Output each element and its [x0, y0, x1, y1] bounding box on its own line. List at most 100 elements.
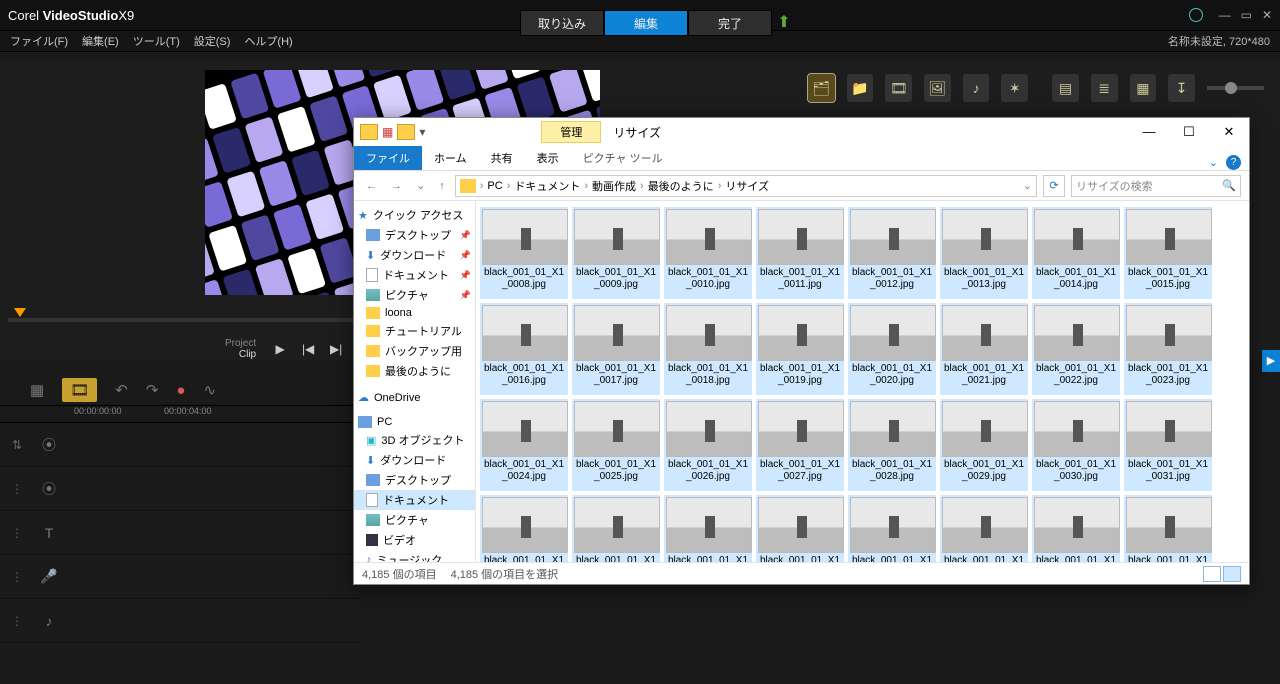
nav-up-icon[interactable]: ↑: [435, 180, 449, 192]
view-thumbs-icon[interactable]: [1223, 566, 1241, 582]
menu-settings[interactable]: 設定(S): [194, 33, 231, 49]
file-item[interactable]: black_001_01_X1_0026.jpg: [662, 397, 754, 493]
undo-icon[interactable]: ↶: [115, 381, 128, 399]
globe-icon[interactable]: [1189, 8, 1203, 22]
file-item[interactable]: black_001_01_X1_0024.jpg: [478, 397, 570, 493]
minimize-button[interactable]: —: [1129, 118, 1169, 146]
view-details-icon[interactable]: [1203, 566, 1221, 582]
prev-button[interactable]: |◀: [300, 342, 316, 356]
storyboard-icon[interactable]: ▦: [30, 381, 44, 399]
qat-dropdown-icon[interactable]: ▾: [419, 125, 425, 139]
file-item[interactable]: black_001_01_X1_0027.jpg: [754, 397, 846, 493]
file-item[interactable]: black_001_01_X1_0032.jpg: [478, 493, 570, 562]
menu-help[interactable]: ヘルプ(H): [244, 33, 292, 49]
tree-folder[interactable]: チュートリアル: [354, 321, 475, 341]
refresh-icon[interactable]: ⟳: [1043, 175, 1065, 197]
tree-folder[interactable]: loona: [354, 305, 475, 321]
media-icon[interactable]: 🗂: [808, 74, 835, 102]
timeline-icon[interactable]: 🎞: [62, 378, 97, 402]
file-item[interactable]: black_001_01_X1_0015.jpg: [1122, 205, 1214, 301]
tab-capture[interactable]: 取り込み: [520, 10, 604, 36]
playhead-icon[interactable]: [14, 308, 26, 317]
file-item[interactable]: black_001_01_X1_0028.jpg: [846, 397, 938, 493]
film-icon[interactable]: ⦿: [34, 479, 64, 499]
redo-icon[interactable]: ↷: [146, 381, 159, 399]
timeline-ruler[interactable]: 00:00:00:00 00:00:04:00: [0, 405, 360, 423]
music-icon[interactable]: ♪: [34, 613, 64, 629]
zoom-slider[interactable]: [1207, 86, 1264, 90]
minimize-button[interactable]: —: [1219, 8, 1231, 22]
close-button[interactable]: ✕: [1262, 8, 1272, 22]
audio-icon[interactable]: ♪: [963, 74, 990, 102]
tree-downloads[interactable]: ⬇ダウンロード📌: [354, 245, 475, 265]
nav-fwd-icon[interactable]: →: [387, 180, 406, 192]
ribbon-home[interactable]: ホーム: [422, 146, 479, 170]
tree-videos[interactable]: ビデオ: [354, 530, 475, 550]
nav-recent-icon[interactable]: ⌄: [412, 179, 429, 192]
context-tab-label[interactable]: 管理: [541, 121, 601, 143]
grid-icon[interactable]: ▦: [1130, 74, 1157, 102]
file-item[interactable]: black_001_01_X1_0016.jpg: [478, 301, 570, 397]
tab-edit[interactable]: 編集: [604, 10, 688, 36]
next-button[interactable]: ▶|: [328, 342, 344, 356]
ribbon-expand-icon[interactable]: ⌄: [1209, 156, 1218, 169]
folder-icon[interactable]: 📁: [847, 74, 874, 102]
explorer-file-pane[interactable]: black_001_01_X1_0008.jpgblack_001_01_X1_…: [476, 201, 1249, 562]
tree-pc[interactable]: PC: [354, 414, 475, 430]
sort-icon[interactable]: ↧: [1168, 74, 1195, 102]
ribbon-file[interactable]: ファイル: [354, 146, 422, 170]
photo-icon[interactable]: 🖼: [924, 74, 951, 102]
tree-pictures[interactable]: ピクチャ: [354, 510, 475, 530]
tree-onedrive[interactable]: ☁OneDrive: [354, 389, 475, 406]
file-item[interactable]: black_001_01_X1_0030.jpg: [1030, 397, 1122, 493]
video-icon[interactable]: 🎞: [885, 74, 912, 102]
ribbon-share[interactable]: 共有: [479, 146, 525, 170]
film-icon[interactable]: ⦿: [34, 435, 64, 455]
menu-tools[interactable]: ツール(T): [133, 33, 180, 49]
ribbon-view[interactable]: 表示: [525, 146, 571, 170]
maximize-button[interactable]: ☐: [1169, 118, 1209, 146]
file-item[interactable]: black_001_01_X1_0022.jpg: [1030, 301, 1122, 397]
tree-quick-access[interactable]: ★クイック アクセス: [354, 205, 475, 225]
file-item[interactable]: black_001_01_X1_0009.jpg: [570, 205, 662, 301]
explorer-titlebar[interactable]: ▦ ▾ 管理 リサイズ — ☐ ✕: [354, 118, 1249, 146]
tree-downloads[interactable]: ⬇ダウンロード: [354, 450, 475, 470]
qat-prop-icon[interactable]: ▦: [382, 125, 393, 139]
file-item[interactable]: black_001_01_X1_0033.jpg: [570, 493, 662, 562]
fx-icon[interactable]: ✶: [1001, 74, 1028, 102]
mixer-icon[interactable]: ∿: [203, 381, 216, 399]
file-item[interactable]: black_001_01_X1_0031.jpg: [1122, 397, 1214, 493]
voice-icon[interactable]: 🎤: [34, 568, 64, 585]
file-item[interactable]: black_001_01_X1_0017.jpg: [570, 301, 662, 397]
crumb[interactable]: ドキュメント: [514, 178, 580, 194]
tree-desktop[interactable]: デスクトップ📌: [354, 225, 475, 245]
file-item[interactable]: black_001_01_X1_0029.jpg: [938, 397, 1030, 493]
file-item[interactable]: black_001_01_X1_0010.jpg: [662, 205, 754, 301]
track-toggle[interactable]: ⇅: [0, 438, 34, 452]
file-item[interactable]: black_001_01_X1_0013.jpg: [938, 205, 1030, 301]
tab-share[interactable]: 完了: [688, 10, 772, 36]
help-icon[interactable]: ?: [1226, 155, 1241, 170]
file-item[interactable]: black_001_01_X1_0025.jpg: [570, 397, 662, 493]
crumb[interactable]: 動画作成: [592, 178, 636, 194]
menu-edit[interactable]: 編集(E): [82, 33, 119, 49]
tree-music[interactable]: ♪ミュージック: [354, 550, 475, 562]
title-icon[interactable]: T: [34, 525, 64, 541]
crumb[interactable]: PC: [487, 180, 502, 192]
file-item[interactable]: black_001_01_X1_0038.jpg: [1030, 493, 1122, 562]
file-item[interactable]: black_001_01_X1_0021.jpg: [938, 301, 1030, 397]
tree-folder[interactable]: 最後のように: [354, 361, 475, 381]
play-button[interactable]: ▶: [272, 342, 288, 356]
file-item[interactable]: black_001_01_X1_0020.jpg: [846, 301, 938, 397]
file-item[interactable]: black_001_01_X1_0037.jpg: [938, 493, 1030, 562]
crumb[interactable]: リサイズ: [725, 178, 769, 194]
file-item[interactable]: black_001_01_X1_0034.jpg: [662, 493, 754, 562]
menu-file[interactable]: ファイル(F): [10, 33, 68, 49]
upload-icon[interactable]: ⬆: [772, 10, 796, 36]
view-toggle-icon[interactable]: ▤: [1052, 74, 1079, 102]
file-item[interactable]: black_001_01_X1_0035.jpg: [754, 493, 846, 562]
panel-collapse-icon[interactable]: ▶: [1262, 350, 1280, 372]
tree-documents[interactable]: ドキュメント: [354, 490, 475, 510]
file-item[interactable]: black_001_01_X1_0023.jpg: [1122, 301, 1214, 397]
ribbon-picture-tools[interactable]: ピクチャ ツール: [571, 146, 675, 170]
